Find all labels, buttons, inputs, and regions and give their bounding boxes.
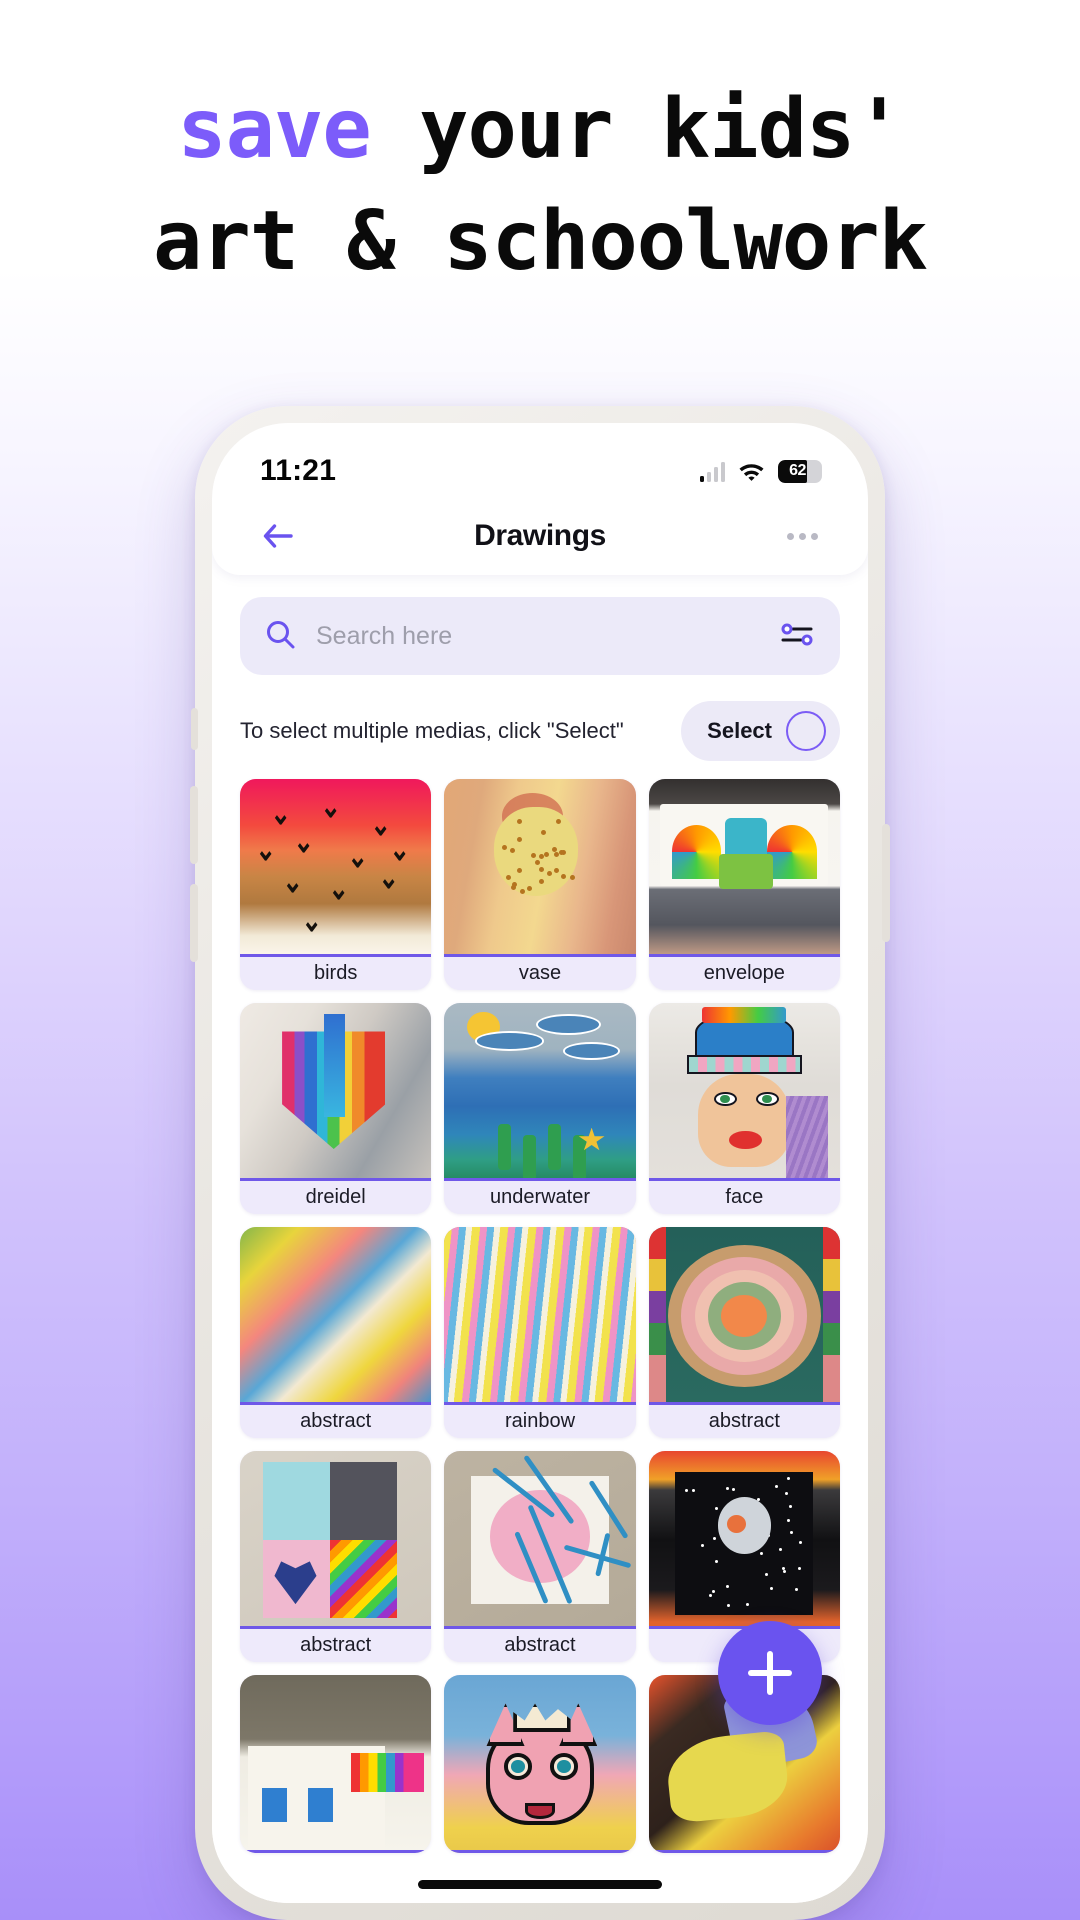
media-thumbnail	[444, 1003, 635, 1181]
media-thumbnail	[649, 1227, 840, 1405]
media-tile[interactable]: underwater	[444, 1003, 635, 1214]
status-icons: 62	[700, 460, 823, 483]
media-label: abstract	[240, 1629, 431, 1662]
media-label: dreidel	[240, 1181, 431, 1214]
media-tile[interactable]	[240, 1675, 431, 1853]
empty-circle-icon	[786, 711, 826, 751]
media-tile[interactable]: abstract	[444, 1451, 635, 1662]
media-label: vase	[444, 957, 635, 990]
battery-icon: 62	[778, 460, 822, 483]
media-tile[interactable]: face	[649, 1003, 840, 1214]
headline-line-1: save your kids'	[0, 74, 1080, 186]
media-thumbnail	[240, 1227, 431, 1405]
select-button-label: Select	[707, 718, 772, 744]
phone-volume-down[interactable]	[190, 884, 198, 962]
media-thumbnail	[240, 1675, 431, 1853]
headline-accent-word: save	[177, 82, 370, 177]
media-thumbnail	[649, 779, 840, 957]
bottom-fade	[212, 1855, 868, 1903]
media-label: abstract	[240, 1405, 431, 1438]
media-tile[interactable]: rainbow	[444, 1227, 635, 1438]
cellular-signal-icon	[700, 461, 726, 482]
media-tile[interactable]: abstract	[649, 1227, 840, 1438]
media-tile[interactable]: vase	[444, 779, 635, 990]
media-label: abstract	[444, 1629, 635, 1662]
sliders-filter-icon[interactable]	[780, 619, 814, 654]
media-label: birds	[240, 957, 431, 990]
search-icon	[264, 618, 296, 655]
phone-mockup: 11:21 62 Drawings Search here To select …	[195, 406, 885, 1920]
phone-volume-up[interactable]	[190, 786, 198, 864]
status-bar: 11:21 62	[212, 449, 868, 493]
wifi-icon	[738, 461, 765, 481]
media-tile[interactable]: dreidel	[240, 1003, 431, 1214]
select-hint-text: To select multiple medias, click "Select…	[240, 718, 624, 744]
battery-percent: 62	[778, 462, 822, 480]
media-label: envelope	[649, 957, 840, 990]
media-tile[interactable]	[444, 1675, 635, 1853]
headline-line-1-rest: your kids'	[371, 82, 903, 177]
search-input[interactable]: Search here	[316, 622, 780, 651]
media-label: rainbow	[444, 1405, 635, 1438]
navigation-bar: Drawings	[212, 499, 868, 573]
add-media-fab[interactable]	[718, 1621, 822, 1725]
app-header-card: 11:21 62 Drawings	[212, 423, 868, 575]
media-thumbnail	[649, 1003, 840, 1181]
arrow-left-icon[interactable]	[256, 514, 300, 558]
media-thumbnail	[649, 1451, 840, 1629]
media-tile[interactable]: abstract	[240, 1227, 431, 1438]
media-tile[interactable]: envelope	[649, 779, 840, 990]
media-thumbnail	[444, 1675, 635, 1853]
marketing-headline: save your kids' art & schoolwork	[0, 74, 1080, 298]
phone-mute-switch[interactable]	[191, 708, 198, 750]
media-grid: ⌄ ⌄ ⌄ ⌄ ⌄ ⌄ ⌄ ⌄ ⌄ ⌄ ⌄ birds vase envelope dreidel under…	[240, 779, 840, 1662]
media-thumbnail	[444, 779, 635, 957]
media-thumbnail	[444, 1451, 635, 1629]
media-thumbnail	[240, 1451, 431, 1629]
search-bar[interactable]: Search here	[240, 597, 840, 675]
select-button[interactable]: Select	[681, 701, 840, 761]
select-hint-row: To select multiple medias, click "Select…	[240, 701, 840, 761]
more-horizontal-icon[interactable]	[780, 514, 824, 558]
media-label: underwater	[444, 1181, 635, 1214]
media-tile[interactable]: ⌄ ⌄ ⌄ ⌄ ⌄ ⌄ ⌄ ⌄ ⌄ ⌄ ⌄ birds	[240, 779, 431, 990]
home-indicator[interactable]	[418, 1880, 662, 1889]
page-title: Drawings	[300, 519, 780, 553]
media-thumbnail: ⌄ ⌄ ⌄ ⌄ ⌄ ⌄ ⌄ ⌄ ⌄ ⌄ ⌄	[240, 779, 431, 957]
media-label: abstract	[649, 1405, 840, 1438]
status-time: 11:21	[260, 454, 336, 488]
phone-power-button[interactable]	[882, 824, 890, 942]
media-thumbnail	[444, 1227, 635, 1405]
phone-screen: 11:21 62 Drawings Search here To select …	[212, 423, 868, 1903]
headline-line-2: art & schoolwork	[0, 186, 1080, 298]
media-label: face	[649, 1181, 840, 1214]
media-tile[interactable]: abstract	[240, 1451, 431, 1662]
media-thumbnail	[240, 1003, 431, 1181]
